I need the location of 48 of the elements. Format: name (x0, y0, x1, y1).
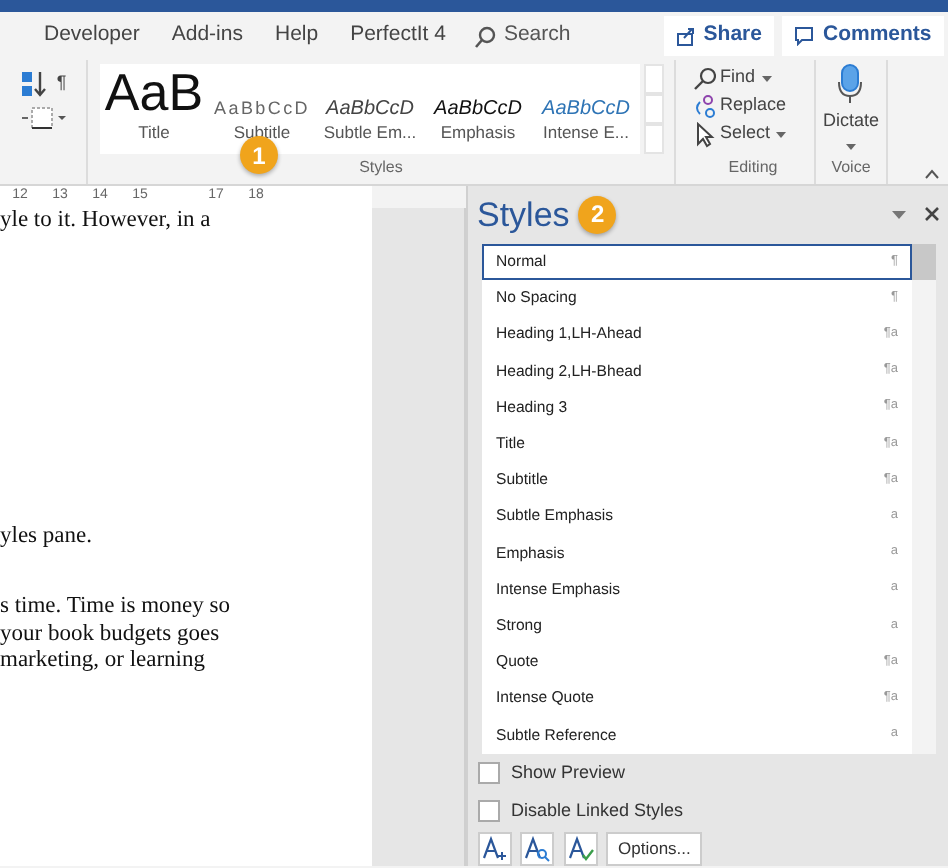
collapse-icon[interactable] (923, 167, 939, 180)
find-icon (692, 65, 716, 91)
style-inspector-icon (524, 836, 550, 862)
microphone-icon (836, 64, 865, 104)
body-text: yle to it. However, in a (0, 208, 211, 235)
caret-icon (759, 72, 774, 84)
editing-button[interactable]: Replace (692, 92, 787, 120)
comment-icon (794, 26, 815, 46)
group-label: Styles (359, 156, 403, 180)
ribbon-tab[interactable]: Help (258, 20, 335, 52)
paragraph-mark-button[interactable]: ¶ (56, 69, 67, 97)
scrollbar[interactable] (912, 243, 936, 754)
search-field[interactable]: Search (503, 20, 624, 52)
new-style-icon (481, 836, 507, 862)
close-icon[interactable] (923, 206, 939, 223)
editing-button[interactable]: Find (692, 64, 774, 92)
pane-title: Styles (477, 193, 570, 238)
body-text: s time. Time is money so (0, 594, 231, 621)
editing-button[interactable]: Select (692, 120, 789, 148)
caret-icon (843, 139, 858, 151)
replace-icon (692, 93, 716, 119)
icon-button[interactable] (520, 832, 554, 866)
icon-button[interactable] (563, 832, 597, 866)
caret-icon (774, 128, 789, 140)
body-text: your book budgets goes (0, 621, 220, 648)
checkbox-option[interactable]: Show Preview (477, 760, 948, 787)
body-text: yles pane. (0, 523, 92, 550)
checkbox-option[interactable]: Disable Linked Styles (477, 797, 948, 824)
comments-button[interactable]: Comments (782, 16, 944, 56)
manage-styles-icon (567, 836, 593, 862)
search-icon (473, 25, 496, 47)
borders-icon[interactable] (21, 106, 65, 130)
ribbon-tab[interactable]: PerfectIt 4 (334, 20, 462, 52)
dictate-button[interactable]: Dictate (822, 64, 879, 151)
share-button[interactable]: Share (663, 16, 774, 56)
options-button[interactable]: Options... (606, 832, 703, 866)
share-icon (675, 26, 696, 46)
group-label: Editing (728, 156, 778, 180)
ribbon-tab[interactable]: Add-ins (155, 20, 259, 52)
ribbon-tab[interactable]: Developer (28, 20, 156, 52)
dropdown-icon[interactable] (891, 209, 905, 220)
group-label: Voice (831, 156, 871, 180)
callout-badge: 1 (240, 136, 278, 174)
sort-icon[interactable] (19, 69, 48, 97)
select-icon (692, 121, 716, 147)
icon-button[interactable] (477, 832, 511, 866)
body-text: marketing, or learning (0, 648, 206, 675)
callout-badge: 2 (578, 195, 617, 234)
